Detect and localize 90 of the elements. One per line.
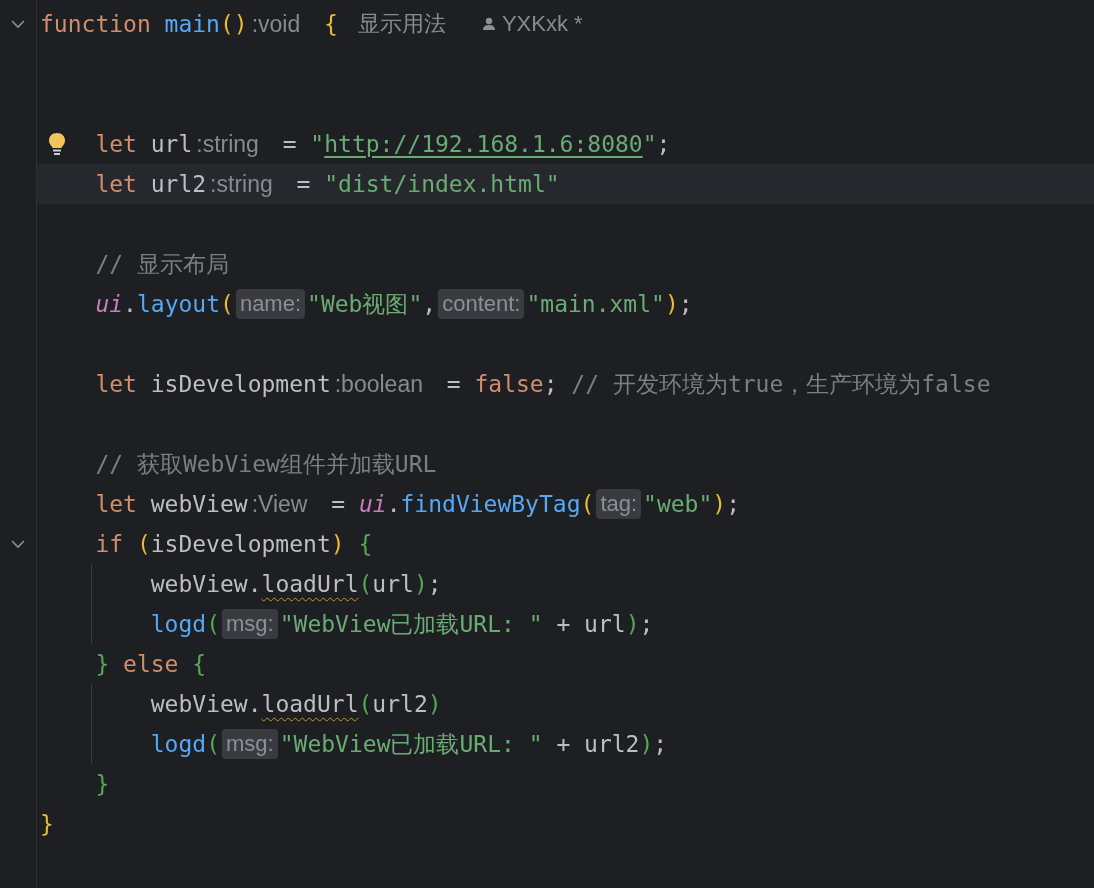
author-hint[interactable]: YXKxk *: [481, 11, 583, 37]
bracket: {: [358, 531, 373, 557]
parameter-hint: msg:: [222, 609, 278, 639]
code-text: + url2: [556, 731, 640, 757]
keyword: if: [95, 531, 124, 557]
parameter-hint: tag:: [596, 489, 642, 519]
bracket: (: [136, 531, 151, 557]
type-hint: :string: [209, 170, 274, 198]
bracket: }: [95, 771, 110, 797]
code-text: webView: [150, 491, 248, 517]
bracket: (: [206, 731, 220, 757]
code-text: =: [331, 491, 346, 517]
string-literal: "web": [643, 491, 713, 517]
bracket: ): [413, 571, 428, 597]
object-name: ui: [358, 491, 387, 517]
comment: // 显示布局: [95, 249, 229, 279]
parameter-hint: name:: [235, 289, 306, 319]
parameter-hint: content:: [438, 289, 525, 319]
code-text: url: [372, 571, 414, 597]
bracket: }: [40, 811, 54, 837]
code-text: + url: [556, 611, 626, 637]
keyword: let: [95, 171, 137, 197]
string-literal: "WebView已加载URL: ": [279, 609, 543, 639]
parameter-hint: msg:: [222, 729, 278, 759]
keyword: let: [95, 491, 137, 517]
code-text: ,: [422, 291, 437, 317]
bracket: (): [219, 11, 248, 37]
type-hint: :string: [195, 130, 260, 158]
code-text: ;: [656, 131, 671, 157]
function-name: findViewByTag: [400, 491, 581, 517]
keyword: else: [123, 651, 179, 677]
bracket: {: [324, 11, 338, 37]
string-literal: "WebView已加载URL: ": [279, 729, 543, 759]
code-text: ;: [639, 611, 654, 637]
bracket: ): [639, 731, 654, 757]
code-text: ;: [427, 571, 442, 597]
code-text: isDevelopment: [150, 531, 331, 557]
code-text: =: [282, 131, 297, 157]
code-text: webView.: [150, 691, 262, 717]
keyword: let: [95, 371, 137, 397]
code-text: ;: [653, 731, 668, 757]
bracket: }: [95, 651, 110, 677]
code-text: .: [123, 291, 137, 317]
bracket: (: [358, 571, 373, 597]
bracket: ): [664, 291, 679, 317]
person-icon: [481, 17, 496, 31]
code-text: url2: [372, 691, 428, 717]
bracket: (: [358, 691, 373, 717]
type-hint: :View: [250, 490, 309, 518]
function-name: main: [164, 11, 220, 37]
bracket: (: [580, 491, 595, 517]
method-name: loadUrl: [261, 571, 359, 597]
string-literal: ": [642, 131, 657, 157]
bracket: {: [192, 651, 207, 677]
bracket: (: [220, 291, 234, 317]
bracket: ): [625, 611, 640, 637]
code-text: url: [150, 131, 193, 157]
type-hint: :void: [250, 10, 302, 38]
code-text: isDevelopment: [150, 371, 331, 397]
keyword: function: [40, 11, 151, 37]
comment: // 获取WebView组件并加载URL: [95, 449, 437, 479]
fold-chevron-icon[interactable]: [10, 539, 26, 549]
string-literal: ": [310, 131, 325, 157]
lightbulb-icon[interactable]: [48, 132, 66, 156]
string-literal: "dist/index.html": [324, 171, 560, 197]
function-name: logd: [150, 731, 207, 757]
code-text: ;: [678, 291, 693, 317]
function-name: layout: [136, 291, 221, 317]
code-text: ;: [726, 491, 741, 517]
bracket: ): [712, 491, 727, 517]
bracket: (: [206, 611, 220, 637]
code-text: .: [386, 491, 401, 517]
function-name: logd: [150, 611, 207, 637]
code-text: webView.: [150, 571, 262, 597]
code-text: ;: [543, 371, 558, 397]
bracket: ): [330, 531, 345, 557]
fold-chevron-icon[interactable]: [10, 19, 26, 29]
keyword: false: [474, 371, 544, 397]
usage-hint[interactable]: 显示用法: [357, 9, 446, 39]
code-text: =: [296, 171, 311, 197]
keyword: let: [95, 131, 137, 157]
code-text: url2: [150, 171, 207, 197]
method-name: loadUrl: [261, 691, 359, 717]
bracket: ): [427, 691, 442, 717]
code-text: =: [446, 371, 461, 397]
type-hint: :boolean: [333, 370, 424, 398]
object-name: ui: [95, 291, 124, 317]
comment: // 开发环境为true，生产环境为false: [571, 369, 991, 399]
string-literal: "main.xml": [526, 291, 665, 317]
string-literal: "Web视图": [307, 289, 423, 319]
